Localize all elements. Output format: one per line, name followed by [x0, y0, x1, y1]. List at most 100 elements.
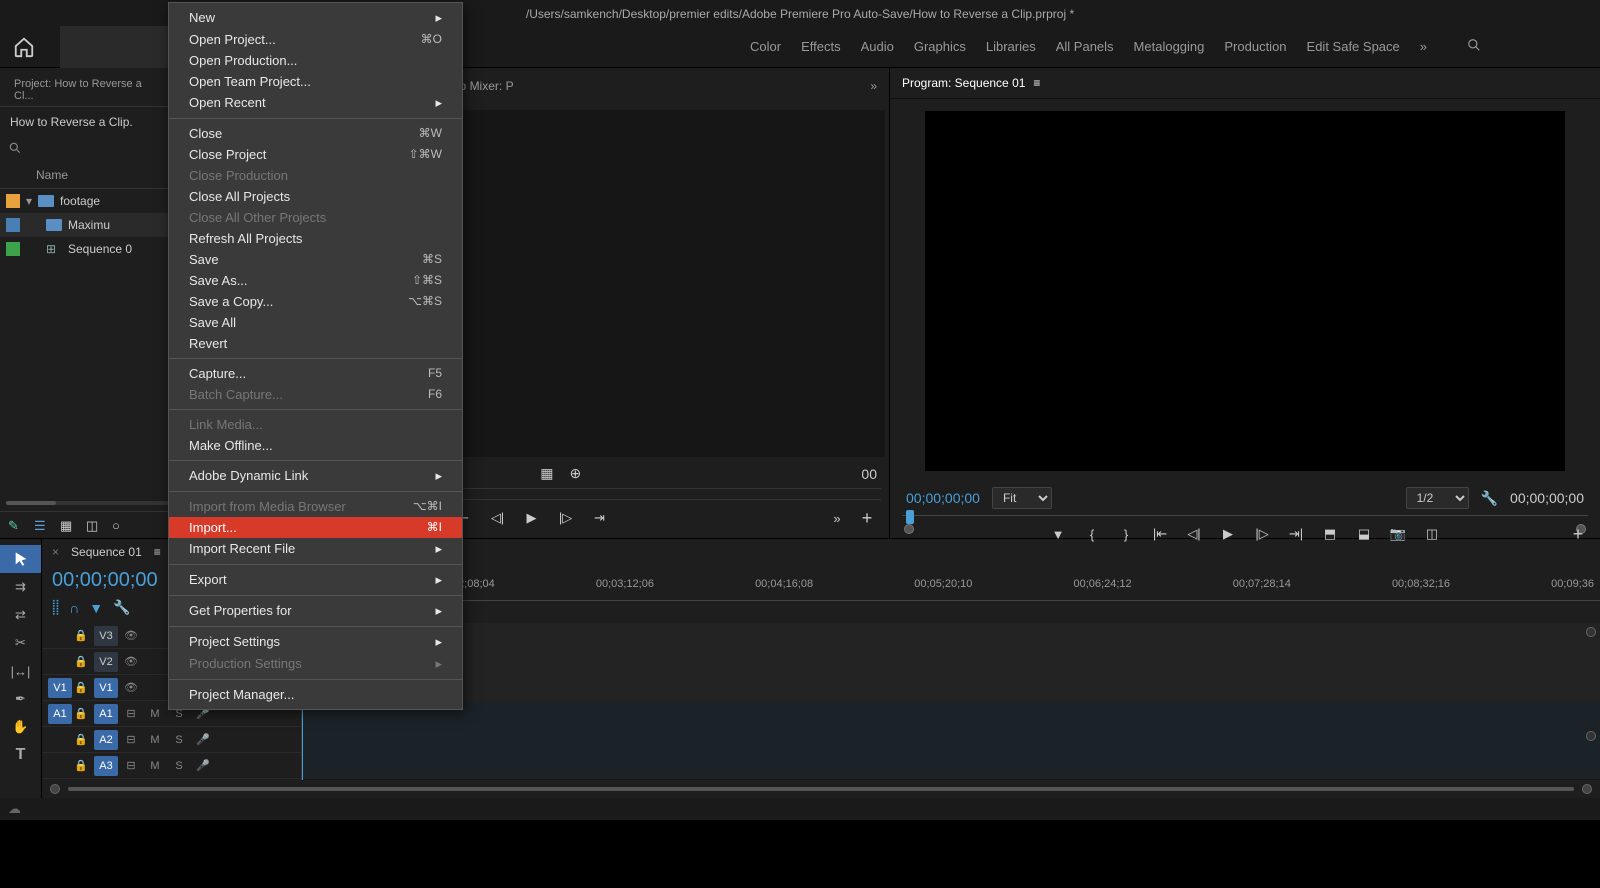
step-forward-icon[interactable]: |▷: [1254, 526, 1270, 542]
audio-track-header[interactable]: 🔒 A3 ⊟ M S 🎤: [42, 753, 301, 779]
lock-icon[interactable]: 🔒: [74, 707, 92, 720]
voice-over-icon[interactable]: 🎤: [192, 733, 214, 746]
menu-item[interactable]: Capture...F5: [169, 363, 462, 384]
lift-icon[interactable]: ⬒: [1322, 526, 1338, 542]
program-timecode-left[interactable]: 00;00;00;00: [906, 490, 980, 506]
icon-view-icon[interactable]: ▦: [60, 518, 76, 532]
add-marker-icon[interactable]: ▼: [89, 600, 103, 616]
keyframes-icon[interactable]: ⊟: [120, 707, 142, 720]
toggle-output-icon[interactable]: 👁: [120, 655, 142, 668]
pen-tool-icon[interactable]: ✒: [0, 685, 41, 713]
comparison-view-icon[interactable]: ◫: [1424, 526, 1440, 542]
program-tab-label[interactable]: Program: Sequence 01: [902, 76, 1025, 90]
maximize-window-button[interactable]: [50, 8, 62, 20]
settings-wrench-icon[interactable]: 🔧: [1481, 490, 1498, 507]
bin-row[interactable]: ⊞ Sequence 0: [0, 237, 173, 261]
program-scrubber[interactable]: [902, 515, 1588, 516]
type-tool-icon[interactable]: T: [0, 741, 41, 769]
search-icon[interactable]: [8, 141, 22, 158]
step-back-icon[interactable]: ◁|: [1186, 526, 1202, 542]
mark-out-icon[interactable]: }: [1118, 526, 1134, 542]
cc-cloud-icon[interactable]: ☁: [8, 801, 21, 817]
track-target[interactable]: A1: [94, 704, 118, 724]
source-patch[interactable]: V1: [48, 678, 72, 698]
play-icon[interactable]: ▶: [524, 510, 540, 526]
toggle-output-icon[interactable]: 👁: [120, 629, 142, 642]
bin-row[interactable]: ▾ footage: [0, 189, 173, 213]
play-icon[interactable]: ▶: [1220, 526, 1236, 542]
freeform-view-icon[interactable]: ◫: [86, 518, 102, 532]
search-icon[interactable]: [1467, 38, 1481, 55]
panel-overflow-icon[interactable]: »: [870, 79, 877, 93]
timeline-zoom-scroll[interactable]: [42, 780, 1600, 798]
close-sequence-icon[interactable]: ×: [52, 545, 59, 559]
menu-item[interactable]: Save a Copy...⌥⌘S: [169, 291, 462, 312]
button-editor-icon[interactable]: +: [859, 510, 875, 526]
extract-icon[interactable]: ⬓: [1356, 526, 1372, 542]
workspace-edit-safe-space[interactable]: Edit Safe Space: [1307, 39, 1400, 54]
track-target[interactable]: V2: [94, 652, 118, 672]
menu-item[interactable]: Open Team Project...: [169, 71, 462, 92]
workspace-metalogging[interactable]: Metalogging: [1134, 39, 1205, 54]
menu-item[interactable]: Open Production...: [169, 50, 462, 71]
lock-icon[interactable]: 🔒: [74, 681, 92, 694]
safe-margins-icon[interactable]: ▦: [540, 465, 553, 482]
zoom-handle-right[interactable]: [1582, 784, 1592, 794]
step-back-icon[interactable]: ◁|: [490, 510, 506, 526]
zoom-handle-left[interactable]: [50, 784, 60, 794]
menu-item[interactable]: Adobe Dynamic Link: [169, 465, 462, 487]
disclosure-icon[interactable]: ▾: [26, 194, 32, 208]
workspace-libraries[interactable]: Libraries: [986, 39, 1036, 54]
mute-button[interactable]: M: [144, 734, 166, 746]
track-target[interactable]: A2: [94, 730, 118, 750]
project-panel-tab[interactable]: Project: How to Reverse a Cl...: [8, 74, 165, 106]
menu-item[interactable]: Save All: [169, 312, 462, 333]
hand-tool-icon[interactable]: ✋: [0, 713, 41, 741]
workspace-overflow-icon[interactable]: »: [1420, 39, 1427, 54]
step-forward-icon[interactable]: |▷: [558, 510, 574, 526]
program-monitor-viewport[interactable]: [890, 99, 1600, 483]
menu-item[interactable]: New: [169, 7, 462, 29]
voice-over-icon[interactable]: 🎤: [192, 759, 214, 772]
timeline-settings-icon[interactable]: 🔧: [113, 599, 130, 616]
mute-button[interactable]: M: [144, 708, 166, 720]
workspace-production[interactable]: Production: [1224, 39, 1286, 54]
panel-menu-icon[interactable]: ≡: [154, 545, 161, 559]
export-frame-icon[interactable]: 📷: [1390, 526, 1406, 542]
lock-icon[interactable]: 🔒: [74, 759, 92, 772]
track-lanes[interactable]: [302, 623, 1600, 780]
menu-item[interactable]: Project Manager...: [169, 684, 462, 705]
project-scrollbar[interactable]: [6, 501, 167, 505]
menu-item[interactable]: Close Project⇧⌘W: [169, 144, 462, 165]
go-to-out-icon[interactable]: ⇥|: [1288, 526, 1304, 542]
audio-track-header[interactable]: 🔒 A2 ⊟ M S 🎤: [42, 727, 301, 753]
mark-in-icon[interactable]: {: [1084, 526, 1100, 542]
workspace-effects[interactable]: Effects: [801, 39, 841, 54]
menu-item[interactable]: Revert: [169, 333, 462, 354]
track-target[interactable]: V3: [94, 626, 118, 646]
zoom-level-select[interactable]: Fit: [992, 487, 1052, 509]
menu-item[interactable]: Project Settings: [169, 631, 462, 653]
selection-tool-icon[interactable]: [0, 545, 41, 573]
track-select-tool-icon[interactable]: ⇉: [0, 573, 41, 601]
panel-menu-icon[interactable]: ≡: [1033, 76, 1040, 90]
list-view-icon[interactable]: ☰: [34, 518, 50, 532]
source-patch[interactable]: A1: [48, 704, 72, 724]
menu-item[interactable]: Import Recent File: [169, 538, 462, 560]
go-to-in-icon[interactable]: |⇤: [1152, 526, 1168, 542]
button-editor-icon[interactable]: +: [1570, 526, 1586, 542]
menu-item[interactable]: Open Project...⌘O: [169, 29, 462, 50]
zoom-slider-icon[interactable]: ○: [112, 518, 128, 532]
close-window-button[interactable]: [10, 8, 22, 20]
keyframes-icon[interactable]: ⊟: [120, 733, 142, 746]
pen-icon[interactable]: ✎: [8, 518, 24, 532]
track-target[interactable]: V1: [94, 678, 118, 698]
menu-item[interactable]: Get Properties for: [169, 600, 462, 622]
track-target[interactable]: A3: [94, 756, 118, 776]
ripple-edit-tool-icon[interactable]: ⇄: [0, 601, 41, 629]
lock-icon[interactable]: 🔒: [74, 629, 92, 642]
sequence-tab[interactable]: Sequence 01: [71, 545, 142, 559]
menu-item[interactable]: Refresh All Projects: [169, 228, 462, 249]
lock-icon[interactable]: 🔒: [74, 733, 92, 746]
bin-row[interactable]: Maximu: [0, 213, 173, 237]
